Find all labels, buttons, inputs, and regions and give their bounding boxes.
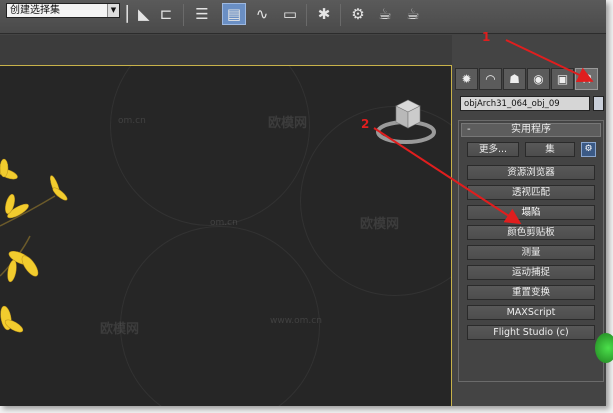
green-status-indicator: [595, 333, 613, 363]
annotation-overlay: [373, 39, 594, 225]
app-window: 创建选择集 ▼ ▏◣ ⊏ ☰ ▤ ∿ ▭ ✱ ⚙ ☕ ☕ om.cn 欧模网 o…: [0, 0, 606, 406]
annotation-arrow-1: [505, 39, 594, 83]
annotation-arrow-2: [373, 127, 522, 225]
annotation-label-2: 2: [361, 117, 370, 131]
annotation-label-1: 1: [482, 30, 491, 44]
